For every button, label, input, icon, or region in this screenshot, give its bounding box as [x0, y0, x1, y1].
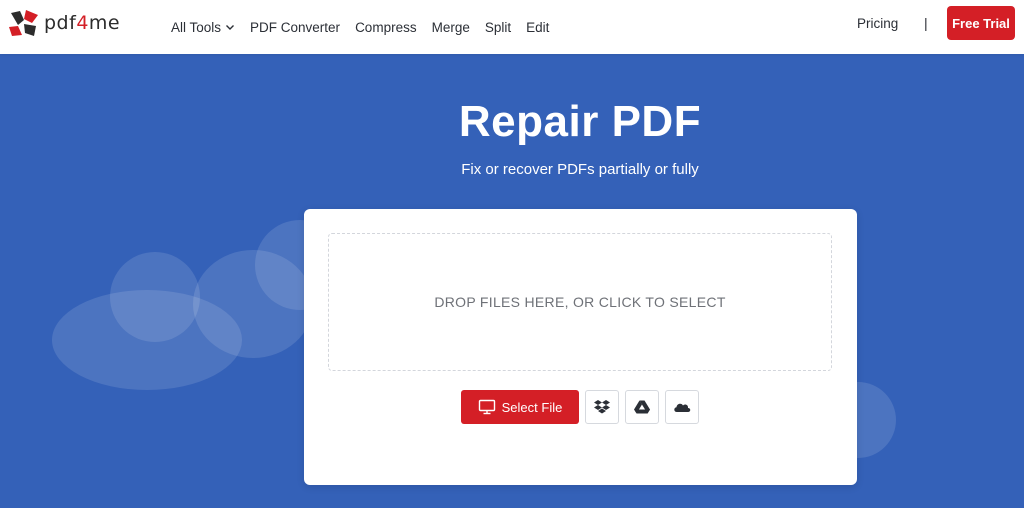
page-subtitle: Fix or recover PDFs partially or fully: [461, 161, 699, 178]
computer-icon: [478, 399, 495, 415]
google-drive-icon: [634, 400, 650, 414]
background-cloud: [110, 252, 200, 342]
brand-logo[interactable]: pdf4me: [8, 9, 120, 37]
nav-edit[interactable]: Edit: [526, 20, 549, 35]
logo-mark-icon: [9, 10, 38, 36]
nav-all-tools[interactable]: All Tools: [171, 20, 235, 35]
nav-pdf-converter[interactable]: PDF Converter: [250, 20, 340, 35]
logo-wordmark: pdf4me: [44, 12, 121, 34]
dropbox-button[interactable]: [585, 390, 619, 424]
nav-pricing[interactable]: Pricing: [857, 16, 898, 31]
google-drive-button[interactable]: [625, 390, 659, 424]
dropbox-icon: [594, 400, 610, 414]
chevron-down-icon: [226, 25, 235, 30]
nav-split[interactable]: Split: [485, 20, 511, 35]
select-file-label: Select File: [501, 399, 563, 415]
nav-all-tools-label: All Tools: [171, 19, 222, 35]
free-trial-button[interactable]: Free Trial: [947, 6, 1015, 40]
onedrive-icon: [674, 403, 691, 412]
nav-merge[interactable]: Merge: [432, 20, 470, 35]
page-title: Repair PDF: [458, 97, 702, 146]
top-navigation-bar: pdf4me All Tools PDF Converter Compress …: [0, 0, 1024, 54]
select-file-button[interactable]: Select File: [461, 390, 579, 424]
nav-separator: |: [924, 15, 928, 31]
dropzone-text: DROP FILES HERE, OR CLICK TO SELECT: [434, 294, 726, 310]
onedrive-button[interactable]: [665, 390, 699, 424]
file-dropzone[interactable]: DROP FILES HERE, OR CLICK TO SELECT: [328, 233, 832, 371]
main-nav: All Tools PDF Converter Compress Merge S…: [171, 0, 564, 54]
upload-card: DROP FILES HERE, OR CLICK TO SELECT Sele…: [304, 209, 857, 485]
nav-compress[interactable]: Compress: [355, 20, 417, 35]
